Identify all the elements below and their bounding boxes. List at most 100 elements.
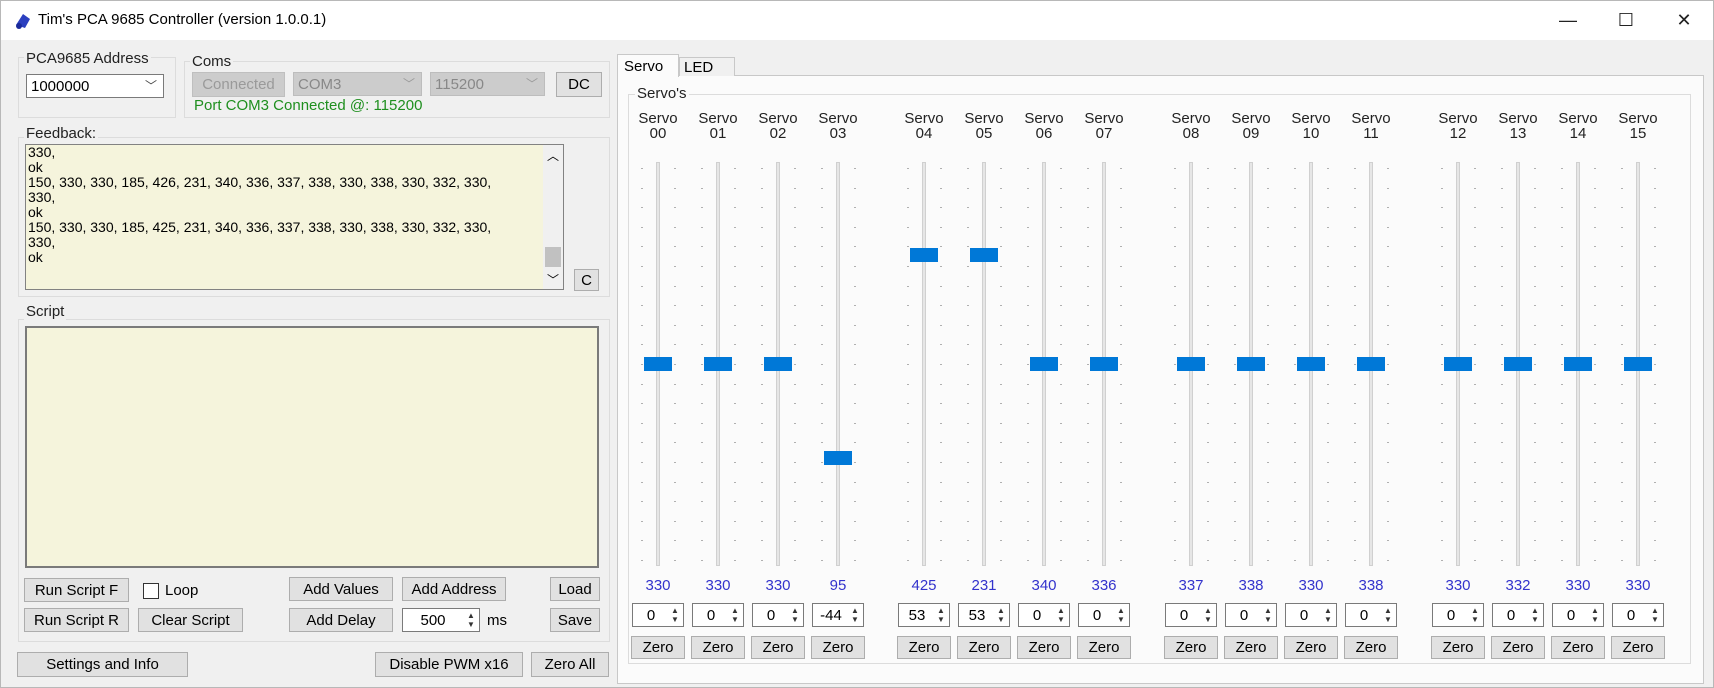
save-script-button[interactable]: Save [550, 608, 600, 632]
script-textarea[interactable] [25, 326, 599, 568]
servo-offset-stepper[interactable]: 0 ▲ ▼ [1432, 603, 1484, 627]
servo-zero-button[interactable]: Zero [1491, 636, 1545, 659]
loop-checkbox[interactable] [143, 583, 159, 599]
servo-offset-stepper[interactable]: 0 ▲ ▼ [692, 603, 744, 627]
servo-offset-stepper[interactable]: 0 ▲ ▼ [1018, 603, 1070, 627]
tab-servo[interactable]: Servo [617, 54, 679, 77]
servo-offset-stepper[interactable]: 0 ▲ ▼ [752, 603, 804, 627]
servo-slider-thumb[interactable] [1504, 357, 1532, 371]
servo-slider-thumb[interactable] [764, 357, 792, 371]
run-script-reverse-button[interactable]: Run Script R [24, 608, 129, 632]
servo-slider-thumb[interactable] [644, 357, 672, 371]
servo-slider-thumb[interactable] [824, 450, 852, 465]
servo-slider-track[interactable] [836, 162, 840, 566]
minimize-button[interactable]: — [1539, 1, 1597, 40]
spin-arrows-icon[interactable]: ▲ ▼ [849, 606, 861, 624]
connect-button[interactable]: Connected [192, 72, 285, 97]
servo-offset-stepper[interactable]: 0 ▲ ▼ [1285, 603, 1337, 627]
spin-arrows-icon[interactable]: ▲ ▼ [1529, 606, 1541, 624]
spin-arrows-icon[interactable]: ▲ ▼ [995, 606, 1007, 624]
spin-arrows-icon[interactable]: ▲ ▼ [1055, 606, 1067, 624]
servo-zero-button[interactable]: Zero [1551, 636, 1605, 659]
servo-zero-button[interactable]: Zero [811, 636, 865, 659]
servo-slider-thumb[interactable] [910, 247, 938, 262]
tab-led[interactable]: LED [679, 57, 735, 76]
zero-all-button[interactable]: Zero All [531, 652, 609, 677]
servo-slider-thumb[interactable] [970, 247, 998, 262]
servo-zero-button[interactable]: Zero [897, 636, 951, 659]
servo-slider-thumb[interactable] [1357, 357, 1385, 371]
servo-offset-stepper[interactable]: 53 ▲ ▼ [898, 603, 950, 627]
servo-zero-button[interactable]: Zero [1017, 636, 1071, 659]
settings-button[interactable]: Settings and Info [17, 652, 188, 677]
spin-arrows-icon[interactable]: ▲ ▼ [465, 611, 477, 629]
slider-tick [1501, 266, 1503, 267]
delay-stepper[interactable]: 500 ▲ ▼ [402, 608, 480, 632]
servo-slider-track[interactable] [922, 162, 926, 566]
scroll-thumb[interactable] [545, 247, 561, 267]
servo-zero-button[interactable]: Zero [691, 636, 745, 659]
spin-arrows-icon[interactable]: ▲ ▼ [1469, 606, 1481, 624]
disconnect-button[interactable]: DC [556, 72, 602, 97]
servo-offset-stepper[interactable]: 0 ▲ ▼ [1552, 603, 1604, 627]
servo-zero-button[interactable]: Zero [631, 636, 685, 659]
spin-arrows-icon[interactable]: ▲ ▼ [1322, 606, 1334, 624]
servo-slider-thumb[interactable] [1237, 357, 1265, 371]
clear-script-button[interactable]: Clear Script [138, 608, 243, 632]
servo-offset-stepper[interactable]: 0 ▲ ▼ [1225, 603, 1277, 627]
servo-slider-thumb[interactable] [1090, 357, 1118, 371]
servo-offset-stepper[interactable]: 0 ▲ ▼ [1165, 603, 1217, 627]
servo-zero-button[interactable]: Zero [1431, 636, 1485, 659]
add-values-button[interactable]: Add Values [289, 577, 393, 601]
spin-arrows-icon[interactable]: ▲ ▼ [789, 606, 801, 624]
servo-slider-thumb[interactable] [1177, 357, 1205, 371]
spin-arrows-icon[interactable]: ▲ ▼ [935, 606, 947, 624]
servo-offset-stepper[interactable]: -44 ▲ ▼ [812, 603, 864, 627]
servo-zero-button[interactable]: Zero [1164, 636, 1218, 659]
servo-slider-thumb[interactable] [1564, 357, 1592, 371]
baud-select[interactable]: 115200 ﹀ [430, 72, 545, 96]
address-select[interactable]: 1000000 ﹀ [26, 74, 164, 98]
feedback-scrollbar[interactable]: ︿ ﹀ [543, 145, 563, 289]
slider-tick [1087, 481, 1089, 483]
spin-arrows-icon[interactable]: ▲ ▼ [1649, 606, 1661, 624]
servo-offset-stepper[interactable]: 0 ▲ ▼ [1078, 603, 1130, 627]
servo-slider-thumb[interactable] [1624, 357, 1652, 371]
servo-zero-button[interactable]: Zero [751, 636, 805, 659]
clear-feedback-button[interactable]: C [574, 269, 599, 291]
spin-arrows-icon[interactable]: ▲ ▼ [1115, 606, 1127, 624]
scroll-up-icon[interactable]: ︿ [547, 147, 559, 164]
spin-arrows-icon[interactable]: ▲ ▼ [729, 606, 741, 624]
run-script-forward-button[interactable]: Run Script F [24, 578, 129, 602]
servo-zero-button[interactable]: Zero [1344, 636, 1398, 659]
servo-offset-stepper[interactable]: 0 ▲ ▼ [632, 603, 684, 627]
servo-zero-button[interactable]: Zero [1611, 636, 1665, 659]
spin-arrows-icon[interactable]: ▲ ▼ [1202, 606, 1214, 624]
disable-pwm-button[interactable]: Disable PWM x16 [375, 652, 523, 677]
servo-offset-stepper[interactable]: 0 ▲ ▼ [1345, 603, 1397, 627]
add-delay-button[interactable]: Add Delay [289, 608, 393, 632]
servo-offset-stepper[interactable]: 0 ▲ ▼ [1612, 603, 1664, 627]
servo-slider-track[interactable] [982, 162, 986, 566]
servo-zero-button[interactable]: Zero [1224, 636, 1278, 659]
feedback-textarea[interactable]: 330, ok 150, 330, 330, 185, 426, 231, 340,… [25, 144, 564, 290]
maximize-button[interactable]: ☐ [1597, 1, 1655, 40]
servo-offset-stepper[interactable]: 0 ▲ ▼ [1492, 603, 1544, 627]
servo-slider-thumb[interactable] [704, 357, 732, 371]
spin-arrows-icon[interactable]: ▲ ▼ [1262, 606, 1274, 624]
servo-zero-button[interactable]: Zero [1284, 636, 1338, 659]
spin-arrows-icon[interactable]: ▲ ▼ [1589, 606, 1601, 624]
close-button[interactable]: ✕ [1655, 1, 1713, 40]
servo-slider-thumb[interactable] [1297, 357, 1325, 371]
spin-arrows-icon[interactable]: ▲ ▼ [669, 606, 681, 624]
spin-arrows-icon[interactable]: ▲ ▼ [1382, 606, 1394, 624]
scroll-down-icon[interactable]: ﹀ [547, 271, 559, 288]
servo-slider-thumb[interactable] [1444, 357, 1472, 371]
servo-zero-button[interactable]: Zero [957, 636, 1011, 659]
load-script-button[interactable]: Load [550, 577, 600, 601]
servo-offset-stepper[interactable]: 53 ▲ ▼ [958, 603, 1010, 627]
servo-zero-button[interactable]: Zero [1077, 636, 1131, 659]
add-address-button[interactable]: Add Address [402, 577, 506, 601]
servo-slider-thumb[interactable] [1030, 357, 1058, 371]
port-select[interactable]: COM3 ﹀ [293, 72, 422, 96]
